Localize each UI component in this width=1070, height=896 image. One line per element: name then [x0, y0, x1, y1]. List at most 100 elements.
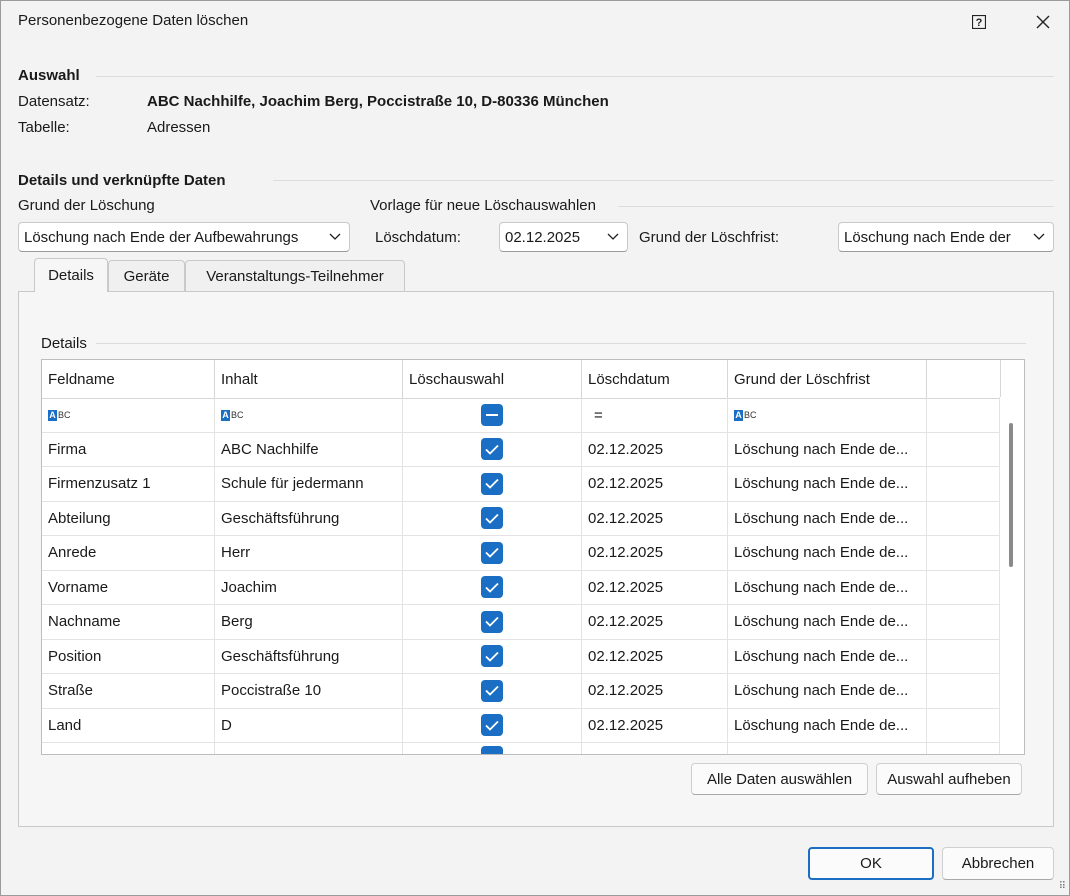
- table-row[interactable]: Nachname Berg 02.12.2025 Löschung nach Ende…: [42, 604, 1001, 640]
- checkbox[interactable]: [481, 714, 503, 736]
- check-icon: [485, 513, 499, 524]
- tab-label: Veranstaltungs-Teilnehmer: [206, 268, 384, 285]
- check-icon: [485, 444, 499, 455]
- section-divider: [96, 343, 1026, 344]
- delete-date-cell[interactable]: 02.12.2025: [582, 466, 728, 501]
- section-divider: [273, 180, 1054, 181]
- column-header[interactable]: Löschdatum: [582, 360, 728, 398]
- chevron-down-icon: [321, 233, 349, 241]
- field-name-cell: Anrede: [42, 535, 215, 570]
- content-cell: Herr: [215, 535, 403, 570]
- field-name-cell: Firma: [42, 432, 215, 466]
- section-divider: [96, 76, 1054, 77]
- delete-date-cell[interactable]: 02.12.2025: [582, 535, 728, 570]
- section-divider: [618, 206, 1054, 207]
- checkbox[interactable]: [481, 610, 503, 633]
- delete-date-picker[interactable]: 02.12.2025: [499, 222, 628, 252]
- table-row[interactable]: Firma ABC Nachhilfe 02.12.2025 Löschung nac…: [42, 432, 1001, 467]
- close-button[interactable]: [1024, 8, 1062, 36]
- delete-date-cell[interactable]: 02.12.2025: [582, 570, 728, 604]
- filter-cell[interactable]: A BC: [215, 398, 403, 432]
- table-row[interactable]: Firmenzusatz 1 Schule für jedermann 02.12.…: [42, 466, 1001, 502]
- table-row[interactable]: Land D 02.12.2025 Löschung nach Ende de...: [42, 708, 1001, 743]
- check-icon: [485, 651, 499, 662]
- select-all-button[interactable]: Alle Daten auswählen: [691, 763, 868, 795]
- chevron-down-icon: [599, 233, 627, 241]
- help-button[interactable]: ?: [960, 8, 998, 36]
- table-row[interactable]: Anrede Herr 02.12.2025 Löschung nach Ende d…: [42, 535, 1001, 571]
- content-cell: Geschäftsführung: [215, 501, 403, 535]
- table-row[interactable]: Straße Poccistraße 10 02.12.2025 Löschung n…: [42, 673, 1001, 709]
- resize-grip-icon[interactable]: ⠿: [1059, 881, 1066, 892]
- check-icon: [485, 720, 499, 731]
- ok-button[interactable]: OK: [808, 847, 934, 880]
- record-value: ABC Nachhilfe, Joachim Berg, Poccistraße…: [147, 93, 609, 110]
- delete-date-cell[interactable]: 02.12.2025: [582, 432, 728, 466]
- content-cell: Joachim: [215, 570, 403, 604]
- retention-reason-cell[interactable]: Löschung nach Ende de...: [728, 501, 927, 535]
- tab-event-participants[interactable]: Veranstaltungs-Teilnehmer: [185, 260, 405, 292]
- row-spacer: [927, 673, 1001, 708]
- check-icon: [485, 547, 499, 558]
- delete-date-cell[interactable]: 02.12.2025: [582, 639, 728, 673]
- filter-cell[interactable]: [403, 398, 582, 432]
- retention-reason-cell[interactable]: Löschung nach Ende de...: [728, 639, 927, 673]
- check-icon: [485, 685, 499, 696]
- retention-reason-cell[interactable]: Löschung nach Ende de...: [728, 466, 927, 501]
- checkbox[interactable]: [481, 576, 503, 598]
- retention-reason-cell[interactable]: Löschung nach Ende de...: [728, 432, 927, 466]
- checkbox[interactable]: [481, 472, 503, 495]
- retention-reason-cell[interactable]: Löschung nach Ende de...: [728, 535, 927, 570]
- reason-label: Grund der Löschung: [18, 197, 155, 214]
- table-row[interactable]: Position Geschäftsführung 02.12.2025 Löschu…: [42, 639, 1001, 674]
- retention-reason-label: Grund der Löschfrist:: [639, 229, 780, 246]
- checkbox[interactable]: [481, 679, 503, 702]
- cancel-button[interactable]: Abbrechen: [942, 847, 1054, 880]
- check-icon: [485, 582, 499, 593]
- delete-selection-cell: [403, 673, 582, 708]
- reason-dropdown[interactable]: Löschung nach Ende der Aufbewahrungs: [18, 222, 350, 252]
- checkbox[interactable]: [481, 645, 503, 667]
- filter-cell[interactable]: A BC: [728, 398, 927, 432]
- field-name-cell: Land: [42, 708, 215, 742]
- tab-details[interactable]: Details: [34, 258, 108, 292]
- delete-date-label: Löschdatum:: [375, 229, 461, 246]
- tab-devices[interactable]: Geräte: [108, 260, 185, 292]
- checkbox[interactable]: [481, 507, 503, 529]
- column-header[interactable]: Inhalt: [215, 360, 403, 398]
- clear-selection-button[interactable]: Auswahl aufheben: [876, 763, 1022, 795]
- column-header[interactable]: Feldname: [42, 360, 215, 398]
- retention-reason-cell[interactable]: Löschung nach Ende de...: [728, 570, 927, 604]
- delete-date-cell[interactable]: 02.12.2025: [582, 604, 728, 639]
- indeterminate-checkbox[interactable]: [481, 404, 503, 426]
- table-row[interactable]: Vorname Joachim 02.12.2025 Löschung nach En…: [42, 570, 1001, 605]
- close-icon: [1036, 15, 1050, 29]
- chevron-down-icon: [1025, 233, 1053, 241]
- content-cell: D: [215, 708, 403, 742]
- delete-selection-cell: [403, 432, 582, 466]
- filter-cell[interactable]: A BC: [42, 398, 215, 432]
- delete-date-cell[interactable]: 02.12.2025: [582, 501, 728, 535]
- content-cell: Schule für jedermann: [215, 466, 403, 501]
- row-spacer: [927, 501, 1001, 535]
- table-row[interactable]: Abteilung Geschäftsführung 02.12.2025 Lösch…: [42, 501, 1001, 536]
- delete-date-cell[interactable]: 02.12.2025: [582, 673, 728, 708]
- retention-reason-dropdown[interactable]: Löschung nach Ende der: [838, 222, 1054, 252]
- help-icon: ?: [972, 15, 986, 29]
- checkbox[interactable]: [481, 541, 503, 564]
- delete-selection-cell: [403, 466, 582, 501]
- column-header[interactable]: Grund der Löschfrist: [728, 360, 927, 398]
- tab-label: Details: [48, 267, 94, 284]
- column-header[interactable]: Löschauswahl: [403, 360, 582, 398]
- equals-symbol: =: [594, 406, 603, 424]
- retention-reason-cell[interactable]: Löschung nach Ende de...: [728, 673, 927, 708]
- reason-dropdown-value: Löschung nach Ende der Aufbewahrungs: [24, 228, 299, 246]
- filter-cell[interactable]: =: [582, 398, 728, 432]
- checkbox[interactable]: [481, 746, 503, 754]
- delete-date-value: 02.12.2025: [505, 228, 581, 246]
- retention-reason-cell[interactable]: Löschung nach Ende de...: [728, 708, 927, 742]
- retention-reason-cell[interactable]: Löschung nach Ende de...: [728, 604, 927, 639]
- scrollbar-thumb[interactable]: [1009, 423, 1013, 567]
- delete-date-cell[interactable]: 02.12.2025: [582, 708, 728, 742]
- checkbox[interactable]: [481, 438, 503, 460]
